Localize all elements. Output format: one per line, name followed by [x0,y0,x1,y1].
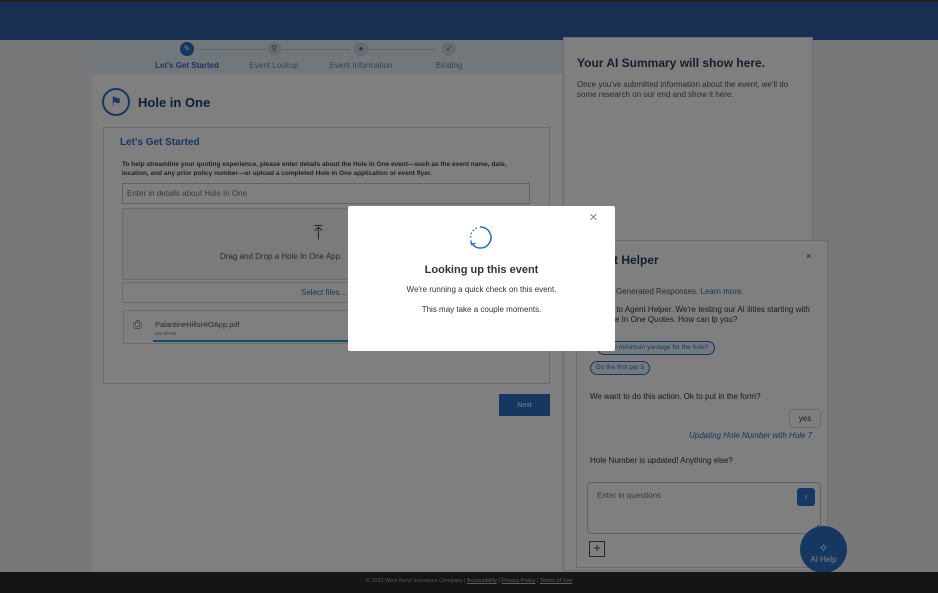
modal-note: This may take a couple moments. [421,305,542,314]
modal-title: Looking up this event [424,264,539,276]
close-icon[interactable]: × [589,210,598,226]
loading-spinner-icon [469,226,492,249]
modal-subtitle: We're running a quick check on this even… [406,285,557,294]
